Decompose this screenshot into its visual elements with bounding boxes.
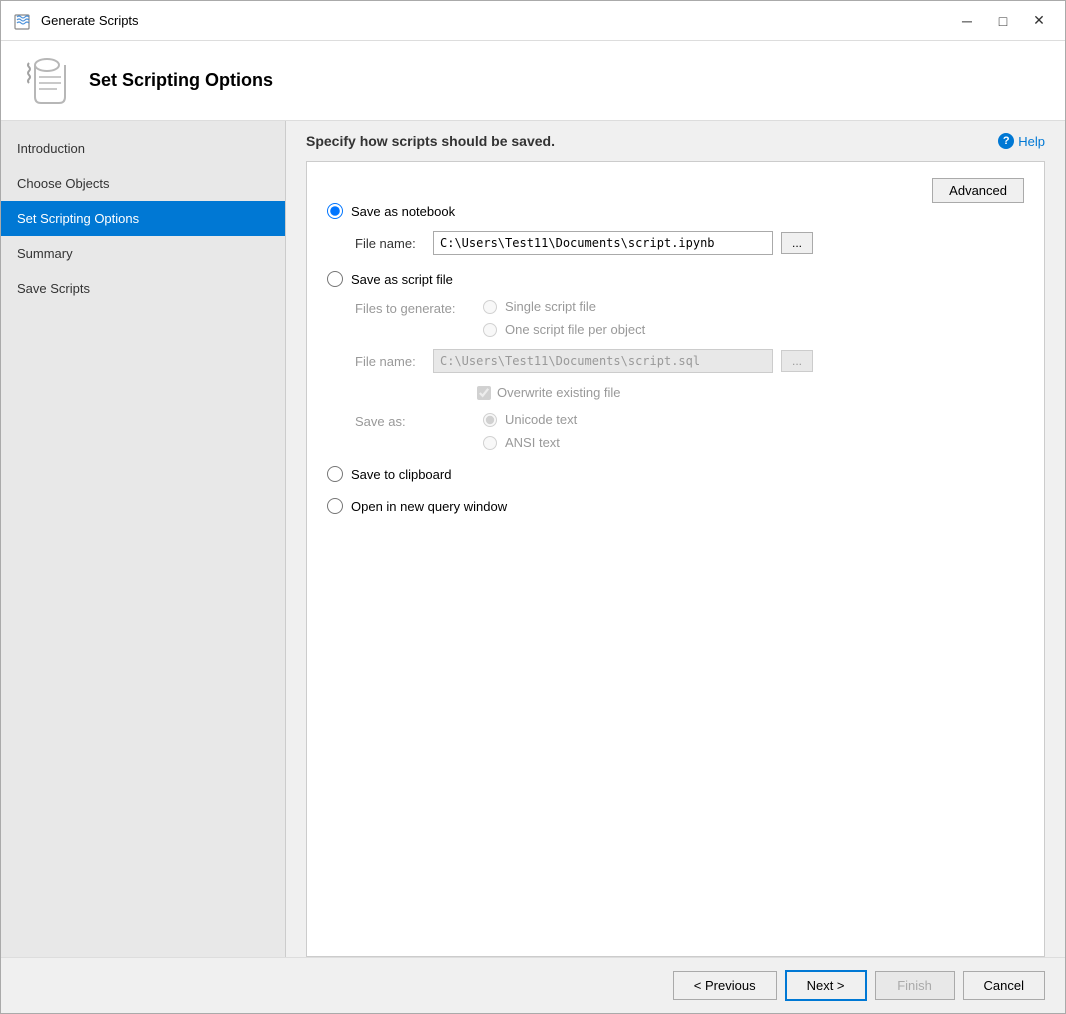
save-as-notebook-label[interactable]: Save as notebook: [351, 204, 455, 219]
previous-button[interactable]: < Previous: [673, 971, 777, 1000]
save-as-script-label[interactable]: Save as script file: [351, 272, 453, 287]
open-query-window-section: Open in new query window: [327, 498, 1024, 514]
open-query-window-label[interactable]: Open in new query window: [351, 499, 507, 514]
close-button[interactable]: ✕: [1025, 10, 1053, 32]
minimize-button[interactable]: ─: [953, 10, 981, 32]
header-icon: [21, 55, 73, 107]
advanced-button[interactable]: Advanced: [932, 178, 1024, 203]
form-panel: Advanced Save as notebook File name: ...: [306, 161, 1045, 957]
save-to-clipboard-option: Save to clipboard: [327, 466, 1024, 482]
window-title: Generate Scripts: [41, 13, 953, 28]
sidebar: Introduction Choose Objects Set Scriptin…: [1, 121, 286, 957]
script-browse-button: ...: [781, 350, 813, 372]
notebook-file-name-row: File name: ...: [355, 231, 1024, 255]
ansi-text-radio: [483, 436, 497, 450]
cancel-button[interactable]: Cancel: [963, 971, 1045, 1000]
save-as-notebook-section: Save as notebook File name: ...: [327, 203, 1024, 255]
files-to-generate-group: Files to generate: Single script file On…: [355, 299, 1024, 337]
script-file-name-label: File name:: [355, 354, 425, 369]
window-controls: ─ □ ✕: [953, 10, 1053, 32]
script-file-name-row: File name: ...: [355, 349, 1024, 373]
open-query-window-option: Open in new query window: [327, 498, 1024, 514]
single-script-option: Single script file: [483, 299, 645, 314]
notebook-file-name-input[interactable]: [433, 231, 773, 255]
help-link[interactable]: ? Help: [998, 133, 1045, 149]
single-script-radio: [483, 300, 497, 314]
overwrite-checkbox-row: Overwrite existing file: [477, 385, 1024, 400]
one-per-object-label: One script file per object: [505, 322, 645, 337]
page-title: Set Scripting Options: [89, 70, 273, 91]
content-header: Specify how scripts should be saved. ? H…: [286, 121, 1065, 161]
next-button[interactable]: Next >: [785, 970, 867, 1001]
sidebar-item-choose-objects[interactable]: Choose Objects: [1, 166, 285, 201]
save-as-label: Save as:: [355, 412, 475, 429]
encoding-options: Unicode text ANSI text: [483, 412, 577, 450]
app-icon: [13, 11, 33, 31]
notebook-browse-button[interactable]: ...: [781, 232, 813, 254]
save-to-clipboard-section: Save to clipboard: [327, 466, 1024, 482]
unicode-text-option: Unicode text: [483, 412, 577, 427]
single-script-label: Single script file: [505, 299, 596, 314]
open-query-window-radio[interactable]: [327, 498, 343, 514]
sidebar-item-summary[interactable]: Summary: [1, 236, 285, 271]
save-as-script-option: Save as script file: [327, 271, 1024, 287]
sidebar-item-introduction[interactable]: Introduction: [1, 131, 285, 166]
files-to-generate-label: Files to generate:: [355, 299, 475, 316]
files-to-generate-row: Files to generate: Single script file On…: [355, 299, 1024, 337]
ansi-text-label: ANSI text: [505, 435, 560, 450]
script-file-name-input: [433, 349, 773, 373]
sidebar-item-set-scripting-options[interactable]: Set Scripting Options: [1, 201, 285, 236]
save-as-script-section: Save as script file Files to generate: S…: [327, 271, 1024, 450]
overwrite-checkbox: [477, 386, 491, 400]
save-to-clipboard-radio[interactable]: [327, 466, 343, 482]
one-per-object-option: One script file per object: [483, 322, 645, 337]
finish-button[interactable]: Finish: [875, 971, 955, 1000]
one-per-object-radio: [483, 323, 497, 337]
sidebar-item-save-scripts[interactable]: Save Scripts: [1, 271, 285, 306]
main-layout: Introduction Choose Objects Set Scriptin…: [1, 121, 1065, 957]
content-title: Specify how scripts should be saved.: [306, 133, 555, 149]
ansi-text-option: ANSI text: [483, 435, 577, 450]
unicode-text-radio: [483, 413, 497, 427]
window: Generate Scripts ─ □ ✕ Set Scripting Opt…: [0, 0, 1066, 1014]
help-icon: ?: [998, 133, 1014, 149]
title-bar: Generate Scripts ─ □ ✕: [1, 1, 1065, 41]
save-as-script-radio[interactable]: [327, 271, 343, 287]
files-to-generate-options: Single script file One script file per o…: [483, 299, 645, 337]
overwrite-section: Overwrite existing file: [355, 385, 1024, 400]
save-as-encoding-group: Save as: Unicode text ANSI text: [355, 412, 1024, 450]
unicode-text-label: Unicode text: [505, 412, 577, 427]
content-area: Specify how scripts should be saved. ? H…: [286, 121, 1065, 957]
notebook-file-name-label: File name:: [355, 236, 425, 251]
maximize-button[interactable]: □: [989, 10, 1017, 32]
overwrite-label: Overwrite existing file: [497, 385, 621, 400]
help-label: Help: [1018, 134, 1045, 149]
save-as-notebook-option: Save as notebook: [327, 203, 1024, 219]
save-to-clipboard-label[interactable]: Save to clipboard: [351, 467, 451, 482]
save-as-row: Save as: Unicode text ANSI text: [355, 412, 1024, 450]
page-header: Set Scripting Options: [1, 41, 1065, 121]
button-bar: < Previous Next > Finish Cancel: [1, 957, 1065, 1013]
save-as-notebook-radio[interactable]: [327, 203, 343, 219]
